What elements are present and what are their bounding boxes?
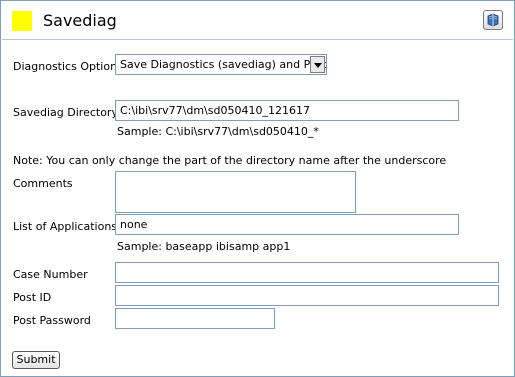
applications-sample: Sample: baseapp ibisamp app1	[117, 240, 291, 253]
directory-note: Note: You can only change the part of th…	[13, 154, 447, 167]
submit-button[interactable]: Submit	[12, 351, 60, 369]
savediag-directory-sample: Sample: C:\ibi\srv77\dm\sd050410_*	[117, 125, 319, 138]
post-password-input[interactable]	[115, 308, 275, 329]
savediag-directory-label: Savediag Directory	[13, 106, 118, 119]
diagnostics-options-select[interactable]: Save Diagnostics (savediag) and Post	[115, 54, 327, 75]
post-password-label: Post Password	[13, 314, 91, 327]
comments-label: Comments	[13, 177, 73, 190]
help-book-icon[interactable]	[483, 10, 503, 30]
logo-square-icon	[12, 11, 32, 31]
chevron-down-icon[interactable]	[310, 56, 325, 73]
savediag-panel: Savediag Diagnostics Options Save Diagno…	[0, 0, 515, 377]
page-title: Savediag	[43, 11, 117, 30]
savediag-directory-input[interactable]: C:\ibi\srv77\dm\sd050410_121617	[115, 100, 459, 121]
case-number-input[interactable]	[115, 262, 499, 283]
header: Savediag	[2, 2, 513, 40]
comments-textarea[interactable]	[115, 171, 356, 213]
applications-input[interactable]: none	[115, 214, 459, 235]
post-id-input[interactable]	[115, 285, 499, 306]
case-number-label: Case Number	[13, 268, 88, 281]
diagnostics-options-value: Save Diagnostics (savediag) and Post	[120, 58, 327, 71]
diagnostics-options-label: Diagnostics Options	[13, 60, 123, 73]
post-id-label: Post ID	[13, 291, 52, 304]
applications-label: List of Applications	[13, 220, 118, 233]
